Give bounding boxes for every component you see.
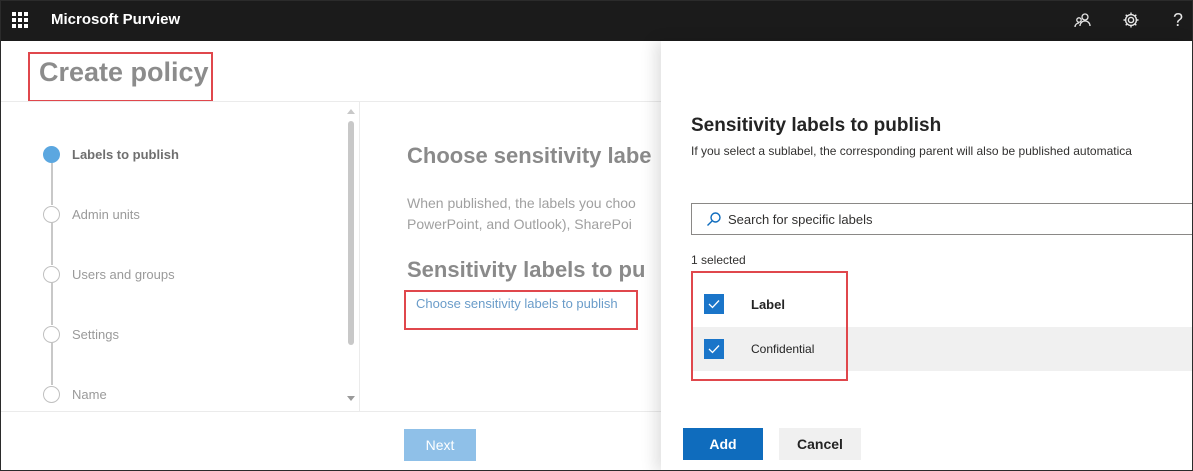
help-glyph: ?: [1172, 9, 1183, 30]
main-heading: Choose sensitivity labe: [407, 143, 652, 168]
step-label: Name: [72, 387, 107, 402]
step-label: Settings: [72, 327, 119, 342]
cancel-button[interactable]: Cancel: [779, 428, 861, 460]
step-active-dot-icon: [43, 146, 60, 163]
search-icon: [704, 209, 724, 229]
step-dot-icon: [43, 386, 60, 403]
people-icon[interactable]: [1071, 8, 1095, 32]
add-button[interactable]: Add: [683, 428, 763, 460]
search-input[interactable]: [728, 211, 1128, 227]
description-line: When published, the labels you choo: [407, 195, 636, 211]
divider: [1, 411, 661, 412]
step-name[interactable]: Name: [43, 386, 107, 403]
step-label: Labels to publish: [72, 147, 179, 162]
top-bar: Microsoft Purview ?: [1, 1, 1192, 41]
selected-count: 1 selected: [691, 253, 746, 267]
help-icon[interactable]: ?: [1166, 8, 1190, 32]
step-connector: [51, 163, 53, 205]
divider: [359, 101, 360, 411]
stepper-scrollbar[interactable]: [345, 105, 357, 405]
scroll-thumb[interactable]: [348, 121, 354, 345]
step-dot-icon: [43, 326, 60, 343]
divider: [1, 101, 661, 102]
step-label: Admin units: [72, 207, 140, 222]
gear-icon[interactable]: [1119, 8, 1143, 32]
next-button[interactable]: Next: [404, 429, 476, 461]
step-users-and-groups[interactable]: Users and groups: [43, 266, 175, 283]
step-settings[interactable]: Settings: [43, 326, 119, 343]
flyout-title: Sensitivity labels to publish: [691, 115, 942, 136]
flyout-panel: Sensitivity labels to publish If you sel…: [661, 41, 1192, 470]
highlight-box-labels: [691, 271, 848, 381]
sub-heading: Sensitivity labels to pu: [407, 257, 646, 282]
flyout-subtitle: If you select a sublabel, the correspond…: [691, 144, 1132, 158]
step-connector: [51, 343, 53, 385]
highlight-box-link: [404, 290, 638, 330]
waffle-icon[interactable]: [12, 12, 28, 28]
scroll-up-icon[interactable]: [347, 109, 355, 114]
step-label: Users and groups: [72, 267, 175, 282]
description-line: PowerPoint, and Outlook), SharePoi: [407, 216, 632, 232]
step-connector: [51, 283, 53, 325]
screen: Microsoft Purview ? Create policy Labels…: [0, 0, 1193, 471]
step-connector: [51, 223, 53, 265]
highlight-box-title: [28, 52, 213, 102]
scroll-down-icon[interactable]: [347, 396, 355, 401]
main-description: When published, the labels you choo Powe…: [407, 193, 636, 235]
step-dot-icon: [43, 206, 60, 223]
search-box[interactable]: [691, 203, 1192, 235]
step-labels-to-publish[interactable]: Labels to publish: [43, 146, 179, 163]
step-dot-icon: [43, 266, 60, 283]
app-title[interactable]: Microsoft Purview: [51, 11, 180, 28]
step-admin-units[interactable]: Admin units: [43, 206, 140, 223]
